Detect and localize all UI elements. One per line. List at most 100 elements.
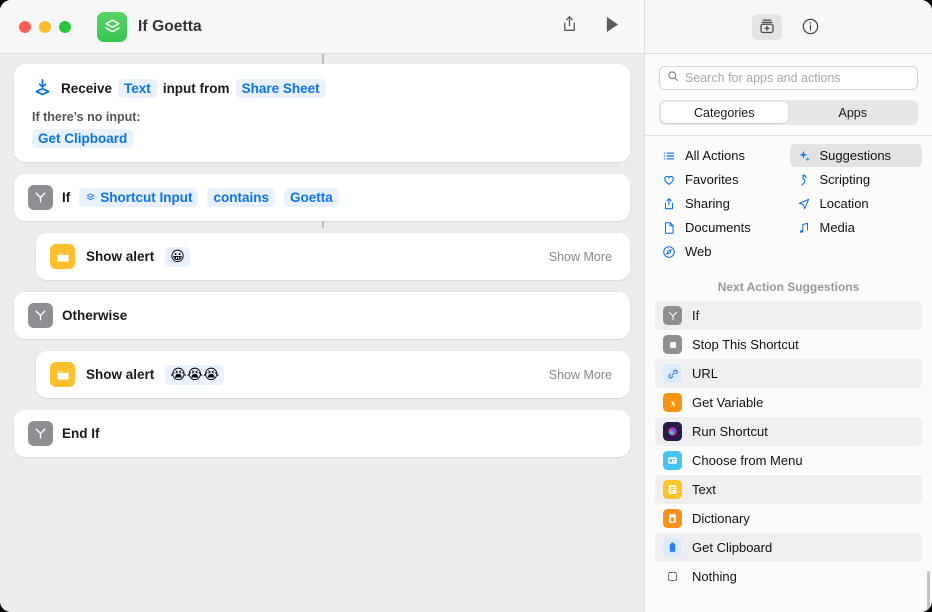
heart-icon — [661, 173, 677, 187]
shortcuts-window: If Goetta — [0, 0, 932, 612]
category-web[interactable]: Web — [655, 240, 788, 263]
sidebar-scrollbar[interactable] — [927, 571, 930, 612]
play-icon[interactable] — [605, 16, 620, 38]
receive-source-token[interactable]: Share Sheet — [236, 79, 326, 98]
category-scripting[interactable]: Scripting — [790, 168, 923, 191]
if-condition-card[interactable]: If Shortcut Input contains Goetta — [14, 174, 630, 221]
category-suggestions[interactable]: Suggestions — [790, 144, 923, 167]
titlebar-right — [645, 0, 932, 53]
category-all-actions[interactable]: All Actions — [655, 144, 788, 167]
list-item[interactable]: If — [655, 301, 922, 330]
link-icon — [663, 364, 682, 383]
receive-type-token[interactable]: Text — [118, 79, 157, 98]
tab-categories[interactable]: Categories — [661, 102, 788, 123]
if-branch-icon — [28, 185, 53, 210]
music-note-icon — [796, 221, 812, 235]
category-location[interactable]: Location — [790, 192, 923, 215]
category-media[interactable]: Media — [790, 216, 923, 239]
show-alert-icon — [50, 244, 75, 269]
list-item-label: Text — [692, 482, 716, 497]
list-item[interactable]: Text — [655, 475, 922, 504]
otherwise-label: Otherwise — [62, 308, 127, 323]
location-arrow-icon — [796, 197, 812, 211]
list-item[interactable]: Choose from Menu — [655, 446, 922, 475]
fallback-row: Get Clipboard — [32, 129, 614, 148]
minimize-button[interactable] — [39, 21, 51, 33]
otherwise-card[interactable]: Otherwise — [14, 292, 630, 339]
receive-middle-text: input from — [163, 81, 230, 96]
sparkles-icon — [796, 149, 812, 163]
share-icon[interactable] — [560, 14, 579, 39]
list-item[interactable]: URL — [655, 359, 922, 388]
if-branch-icon — [28, 421, 53, 446]
svg-text:x: x — [669, 397, 675, 407]
list-item-label: Nothing — [692, 569, 737, 584]
zoom-button[interactable] — [59, 21, 71, 33]
menu-card-icon — [663, 451, 682, 470]
list-item[interactable]: Get Clipboard — [655, 533, 922, 562]
alert-message-token[interactable]: 😀 — [165, 247, 190, 267]
list-item[interactable]: Dictionary — [655, 504, 922, 533]
window-controls[interactable] — [19, 21, 71, 33]
variable-x-icon: x — [663, 393, 682, 412]
run-shortcut-icon — [663, 422, 682, 441]
show-more-button[interactable]: Show More — [549, 368, 616, 382]
list-bullets-icon — [661, 149, 677, 163]
receive-prefix: Receive — [61, 81, 112, 96]
text-lines-icon — [663, 480, 682, 499]
list-item-label: Get Variable — [692, 395, 763, 410]
search-container — [645, 54, 932, 98]
close-button[interactable] — [19, 21, 31, 33]
workflow-canvas: Receive Text input from Share Sheet If t… — [0, 54, 645, 612]
show-alert-true-card[interactable]: Show alert 😀 Show More — [36, 233, 630, 280]
receive-header-row: Receive Text input from Share Sheet — [30, 76, 614, 101]
no-input-label: If there’s no input: — [32, 110, 614, 124]
list-item[interactable]: x Get Variable — [655, 388, 922, 417]
info-circle-icon[interactable] — [796, 14, 826, 40]
show-alert-icon — [50, 362, 75, 387]
list-item-label: Choose from Menu — [692, 453, 803, 468]
show-alert-false-card[interactable]: Show alert 😭😭😭 Show More — [36, 351, 630, 398]
action-library-sidebar: Categories Apps All Actions — [645, 54, 932, 612]
search-input[interactable] — [685, 71, 910, 85]
list-item[interactable]: Run Shortcut — [655, 417, 922, 446]
if-keyword: If — [62, 190, 70, 205]
category-grid: All Actions Suggestions — [645, 136, 932, 271]
category-documents[interactable]: Documents — [655, 216, 788, 239]
list-item-label: If — [692, 308, 699, 323]
page-title: If Goetta — [138, 18, 202, 36]
clipboard-icon — [663, 538, 682, 557]
if-value-token[interactable]: Goetta — [284, 188, 339, 207]
tab-apps[interactable]: Apps — [790, 102, 917, 123]
category-label: Media — [820, 220, 855, 235]
action-library-icon[interactable] — [752, 14, 782, 40]
receive-input-icon — [30, 76, 55, 101]
show-alert-label: Show alert — [86, 249, 154, 264]
suggestions-header: Next Action Suggestions — [645, 271, 932, 301]
list-item[interactable]: Nothing — [655, 562, 922, 591]
if-branch-icon — [663, 306, 682, 325]
list-item-label: Stop This Shortcut — [692, 337, 799, 352]
library-mode-segmented-control[interactable]: Categories Apps — [659, 100, 918, 125]
suggestions-panel: Next Action Suggestions If Stop This Sho… — [645, 271, 932, 612]
titlebar-left: If Goetta — [0, 0, 645, 53]
receive-input-card[interactable]: Receive Text input from Share Sheet If t… — [14, 64, 630, 162]
shortcut-layers-icon — [97, 12, 127, 42]
end-if-card[interactable]: End If — [14, 410, 630, 457]
variable-glyph-icon — [85, 192, 96, 203]
category-label: Scripting — [820, 172, 871, 187]
list-item[interactable]: Stop This Shortcut — [655, 330, 922, 359]
category-label: Documents — [685, 220, 751, 235]
if-variable-token[interactable]: Shortcut Input — [79, 188, 198, 207]
show-more-button[interactable]: Show More — [549, 250, 616, 264]
category-sharing[interactable]: Sharing — [655, 192, 788, 215]
fallback-action-token[interactable]: Get Clipboard — [32, 129, 133, 148]
alert-message-token[interactable]: 😭😭😭 — [165, 365, 224, 385]
titlebar: If Goetta — [0, 0, 932, 54]
search-icon — [667, 69, 679, 87]
if-operator-token[interactable]: contains — [207, 188, 275, 207]
search-box[interactable] — [659, 66, 918, 90]
titlebar-left-actions — [560, 14, 644, 39]
category-favorites[interactable]: Favorites — [655, 168, 788, 191]
category-label: Sharing — [685, 196, 730, 211]
